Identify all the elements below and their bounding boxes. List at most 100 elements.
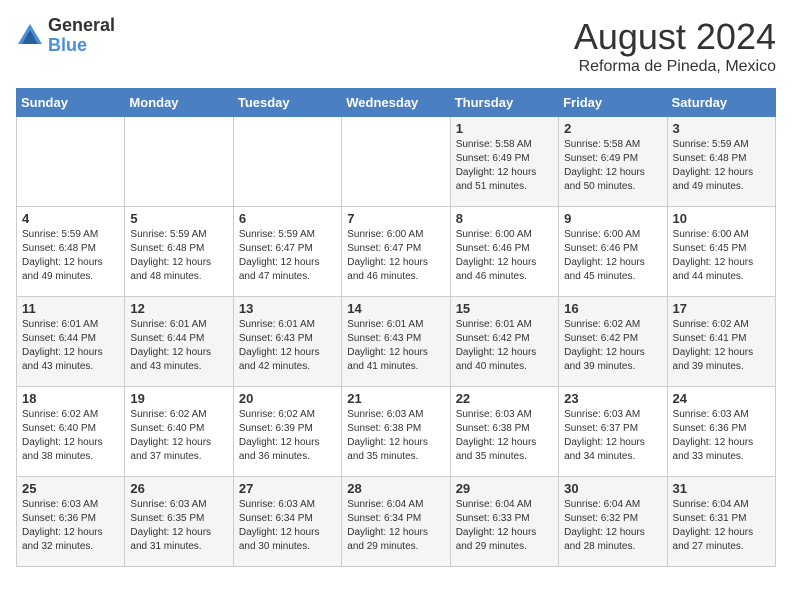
weekday-header-friday: Friday xyxy=(559,89,667,117)
day-info-text: Sunrise: 6:03 AMSunset: 6:38 PMDaylight:… xyxy=(347,408,444,464)
calendar-day-cell: 21Sunrise: 6:03 AMSunset: 6:38 PMDayligh… xyxy=(342,387,450,477)
day-number: 24 xyxy=(673,391,770,406)
weekday-header-saturday: Saturday xyxy=(667,89,775,117)
logo-icon xyxy=(16,22,44,50)
day-number: 17 xyxy=(673,301,770,316)
empty-day-cell xyxy=(342,117,450,207)
month-year-title: August 2024 xyxy=(574,16,776,58)
day-number: 16 xyxy=(564,301,661,316)
day-info-text: Sunrise: 5:59 AMSunset: 6:48 PMDaylight:… xyxy=(673,138,770,194)
day-info-text: Sunrise: 5:59 AMSunset: 6:48 PMDaylight:… xyxy=(22,228,119,284)
calendar-day-cell: 19 Sunrise: 6:02 AMSunset: 6:40 PMDayligh… xyxy=(125,387,233,477)
day-number: 9 xyxy=(564,211,661,226)
day-info-text: Sunrise: 5:59 AMSunset: 6:47 PMDaylight:… xyxy=(239,228,336,284)
calendar-day-cell: 13Sunrise: 6:01 AMSunset: 6:43 PMDayligh… xyxy=(233,297,341,387)
calendar-day-cell: 4 Sunrise: 5:59 AMSunset: 6:48 PMDaylight… xyxy=(17,207,125,297)
day-number: 11 xyxy=(22,301,119,316)
day-info-text: Sunrise: 6:01 AMSunset: 6:44 PMDaylight:… xyxy=(22,318,119,374)
page-header: General Blue August 2024 Reforma de Pine… xyxy=(16,16,776,76)
day-number: 23 xyxy=(564,391,661,406)
calendar-day-cell: 22 Sunrise: 6:03 AMSunset: 6:38 PMDayligh… xyxy=(450,387,558,477)
day-info-text: Sunrise: 6:01 AMSunset: 6:43 PMDaylight:… xyxy=(347,318,444,374)
day-info-text: Sunrise: 6:01 AMSunset: 6:44 PMDaylight:… xyxy=(130,318,227,374)
location-subtitle: Reforma de Pineda, Mexico xyxy=(574,58,776,76)
calendar-day-cell: 5 Sunrise: 5:59 AMSunset: 6:48 PMDaylight… xyxy=(125,207,233,297)
empty-day-cell xyxy=(17,117,125,207)
weekday-header-monday: Monday xyxy=(125,89,233,117)
day-info-text: Sunrise: 6:03 AMSunset: 6:35 PMDaylight:… xyxy=(130,498,227,554)
calendar-day-cell: 29 Sunrise: 6:04 AMSunset: 6:33 PMDayligh… xyxy=(450,477,558,567)
day-number: 26 xyxy=(130,481,227,496)
calendar-day-cell: 27 Sunrise: 6:03 AMSunset: 6:34 PMDayligh… xyxy=(233,477,341,567)
day-info-text: Sunrise: 6:00 AMSunset: 6:46 PMDaylight:… xyxy=(564,228,661,284)
calendar-day-cell: 9 Sunrise: 6:00 AMSunset: 6:46 PMDaylight… xyxy=(559,207,667,297)
day-number: 7 xyxy=(347,211,444,226)
empty-day-cell xyxy=(125,117,233,207)
logo-blue-text: Blue xyxy=(48,36,115,56)
logo: General Blue xyxy=(16,16,115,56)
calendar-day-cell: 18Sunrise: 6:02 AMSunset: 6:40 PMDayligh… xyxy=(17,387,125,477)
day-info-text: Sunrise: 5:59 AMSunset: 6:48 PMDaylight:… xyxy=(130,228,227,284)
calendar-day-cell: 23 Sunrise: 6:03 AMSunset: 6:37 PMDayligh… xyxy=(559,387,667,477)
day-info-text: Sunrise: 6:03 AMSunset: 6:37 PMDaylight:… xyxy=(564,408,661,464)
weekday-header-row: SundayMondayTuesdayWednesdayThursdayFrid… xyxy=(17,89,776,117)
day-info-text: Sunrise: 6:04 AMSunset: 6:33 PMDaylight:… xyxy=(456,498,553,554)
calendar-day-cell: 11 Sunrise: 6:01 AMSunset: 6:44 PMDayligh… xyxy=(17,297,125,387)
calendar-day-cell: 6 Sunrise: 5:59 AMSunset: 6:47 PMDaylight… xyxy=(233,207,341,297)
day-number: 25 xyxy=(22,481,119,496)
day-info-text: Sunrise: 6:02 AMSunset: 6:42 PMDaylight:… xyxy=(564,318,661,374)
day-info-text: Sunrise: 6:02 AMSunset: 6:39 PMDaylight:… xyxy=(239,408,336,464)
logo-general-text: General xyxy=(48,16,115,36)
day-info-text: Sunrise: 5:58 AMSunset: 6:49 PMDaylight:… xyxy=(564,138,661,194)
day-info-text: Sunrise: 6:04 AMSunset: 6:31 PMDaylight:… xyxy=(673,498,770,554)
calendar-week-row: 4 Sunrise: 5:59 AMSunset: 6:48 PMDaylight… xyxy=(17,207,776,297)
day-info-text: Sunrise: 6:00 AMSunset: 6:47 PMDaylight:… xyxy=(347,228,444,284)
day-number: 8 xyxy=(456,211,553,226)
day-number: 13 xyxy=(239,301,336,316)
day-number: 22 xyxy=(456,391,553,406)
day-info-text: Sunrise: 6:03 AMSunset: 6:34 PMDaylight:… xyxy=(239,498,336,554)
calendar-day-cell: 14 Sunrise: 6:01 AMSunset: 6:43 PMDayligh… xyxy=(342,297,450,387)
day-number: 31 xyxy=(673,481,770,496)
day-info-text: Sunrise: 6:02 AMSunset: 6:40 PMDaylight:… xyxy=(22,408,119,464)
day-number: 28 xyxy=(347,481,444,496)
day-info-text: Sunrise: 5:58 AMSunset: 6:49 PMDaylight:… xyxy=(456,138,553,194)
day-number: 30 xyxy=(564,481,661,496)
day-number: 3 xyxy=(673,121,770,136)
day-number: 5 xyxy=(130,211,227,226)
calendar-week-row: 25 Sunrise: 6:03 AMSunset: 6:36 PMDayligh… xyxy=(17,477,776,567)
calendar-day-cell: 26 Sunrise: 6:03 AMSunset: 6:35 PMDayligh… xyxy=(125,477,233,567)
calendar-week-row: 18Sunrise: 6:02 AMSunset: 6:40 PMDayligh… xyxy=(17,387,776,477)
day-info-text: Sunrise: 6:02 AMSunset: 6:40 PMDaylight:… xyxy=(130,408,227,464)
calendar-day-cell: 7 Sunrise: 6:00 AMSunset: 6:47 PMDaylight… xyxy=(342,207,450,297)
calendar-day-cell: 10 Sunrise: 6:00 AMSunset: 6:45 PMDayligh… xyxy=(667,207,775,297)
day-info-text: Sunrise: 6:03 AMSunset: 6:38 PMDaylight:… xyxy=(456,408,553,464)
day-number: 2 xyxy=(564,121,661,136)
calendar-day-cell: 15Sunrise: 6:01 AMSunset: 6:42 PMDayligh… xyxy=(450,297,558,387)
day-number: 1 xyxy=(456,121,553,136)
calendar-day-cell: 31 Sunrise: 6:04 AMSunset: 6:31 PMDayligh… xyxy=(667,477,775,567)
day-info-text: Sunrise: 6:01 AMSunset: 6:42 PMDaylight:… xyxy=(456,318,553,374)
calendar-day-cell: 12Sunrise: 6:01 AMSunset: 6:44 PMDayligh… xyxy=(125,297,233,387)
day-number: 6 xyxy=(239,211,336,226)
day-info-text: Sunrise: 6:03 AMSunset: 6:36 PMDaylight:… xyxy=(673,408,770,464)
calendar-table: SundayMondayTuesdayWednesdayThursdayFrid… xyxy=(16,88,776,567)
day-number: 19 xyxy=(130,391,227,406)
calendar-day-cell: 1 Sunrise: 5:58 AMSunset: 6:49 PMDaylight… xyxy=(450,117,558,207)
calendar-day-cell: 3 Sunrise: 5:59 AMSunset: 6:48 PMDaylight… xyxy=(667,117,775,207)
calendar-day-cell: 16 Sunrise: 6:02 AMSunset: 6:42 PMDayligh… xyxy=(559,297,667,387)
day-number: 4 xyxy=(22,211,119,226)
day-number: 10 xyxy=(673,211,770,226)
calendar-week-row: 11 Sunrise: 6:01 AMSunset: 6:44 PMDayligh… xyxy=(17,297,776,387)
weekday-header-tuesday: Tuesday xyxy=(233,89,341,117)
weekday-header-wednesday: Wednesday xyxy=(342,89,450,117)
day-info-text: Sunrise: 6:00 AMSunset: 6:45 PMDaylight:… xyxy=(673,228,770,284)
calendar-day-cell: 2 Sunrise: 5:58 AMSunset: 6:49 PMDaylight… xyxy=(559,117,667,207)
day-number: 29 xyxy=(456,481,553,496)
day-info-text: Sunrise: 6:03 AMSunset: 6:36 PMDaylight:… xyxy=(22,498,119,554)
day-number: 14 xyxy=(347,301,444,316)
day-number: 27 xyxy=(239,481,336,496)
calendar-day-cell: 28Sunrise: 6:04 AMSunset: 6:34 PMDayligh… xyxy=(342,477,450,567)
calendar-day-cell: 8Sunrise: 6:00 AMSunset: 6:46 PMDaylight… xyxy=(450,207,558,297)
calendar-day-cell: 17Sunrise: 6:02 AMSunset: 6:41 PMDayligh… xyxy=(667,297,775,387)
